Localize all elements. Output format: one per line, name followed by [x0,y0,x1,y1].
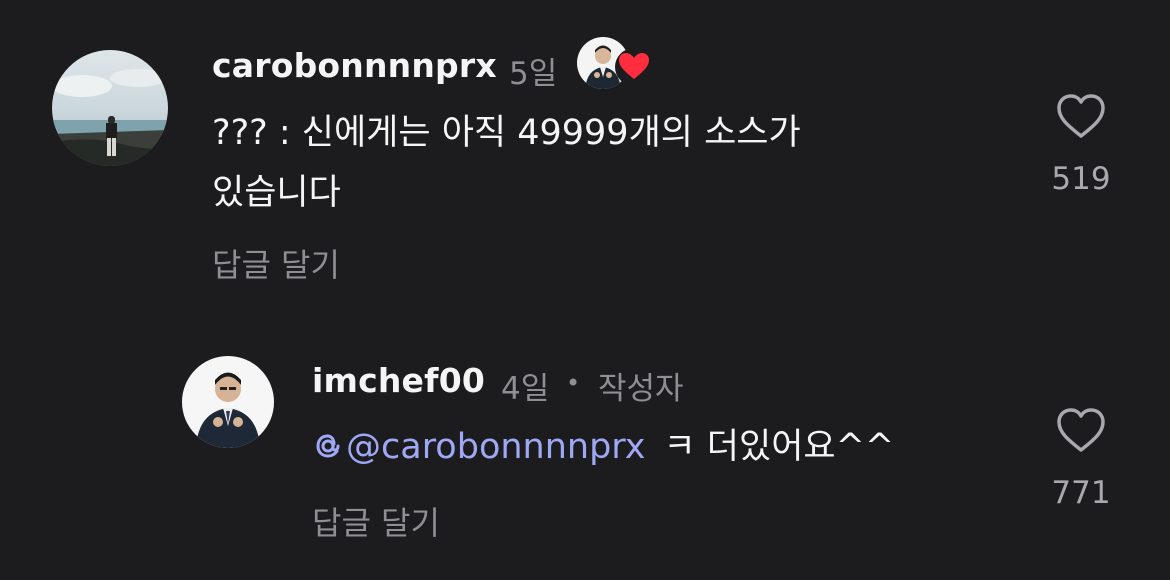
creator-liked-badge [577,37,653,91]
heart-outline-icon[interactable] [1055,92,1107,140]
comment-username[interactable]: carobonnnnprx [212,46,497,85]
heart-outline-icon[interactable] [1055,406,1107,454]
like-count: 519 [1051,161,1111,197]
comment-timestamp: 5일 [509,56,558,92]
comment-timestamp: 4일 [501,371,550,407]
avatar[interactable] [182,356,274,448]
meta-separator: • [566,369,581,397]
like-count: 771 [1051,475,1111,511]
heart-filled-icon [614,47,654,87]
comment: carobonnnnprx 5일 ??? : 신에게는 아직 49999개의 소… [0,0,1170,300]
reply-button[interactable]: 답글 달기 [312,498,440,544]
comment-text-line-2: 있습니다 [212,173,341,213]
mention-link[interactable]: @carobonnnnprx [312,427,645,467]
threads-icon [312,424,344,458]
reply-text: @carobonnnnprx ㅋ 더있어요^^ [312,420,894,474]
comment-username[interactable]: imchef00 [312,361,485,400]
author-badge: 작성자 [598,371,684,407]
comment-text-line-1: ??? : 신에게는 아직 49999개의 소스가 [212,113,801,153]
reply-button[interactable]: 답글 달기 [212,240,340,286]
mention-text[interactable]: @carobonnnnprx [346,427,645,467]
avatar[interactable] [52,50,168,166]
reply-text-body: ㅋ 더있어요^^ [663,427,895,467]
reply-comment: imchef00 4일 • 작성자 @carobonnnnprx ㅋ 더있어요^^… [0,320,1170,580]
